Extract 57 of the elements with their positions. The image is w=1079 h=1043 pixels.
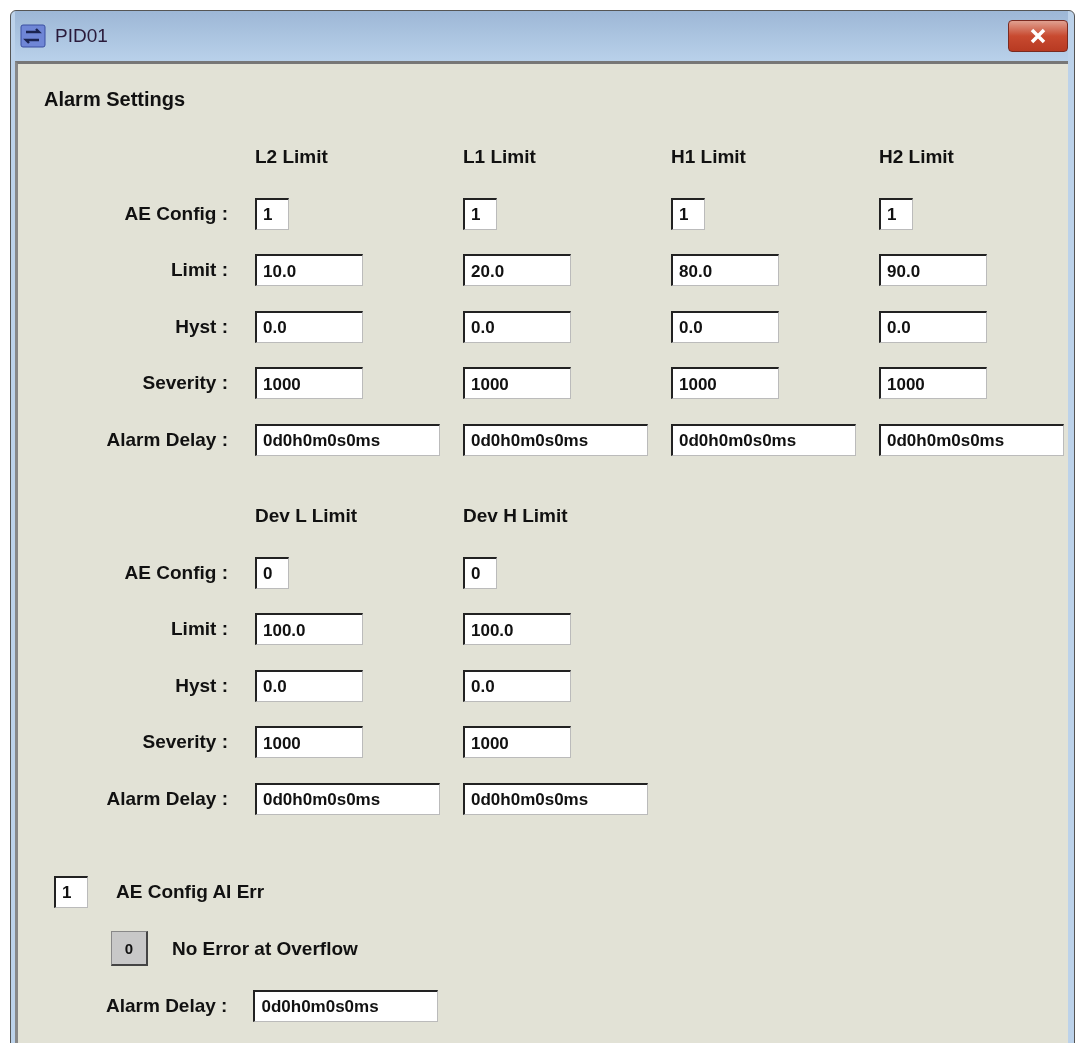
input-field[interactable]: 0d0h0m0s0ms (253, 989, 439, 1022)
column-header: H1 Limit (671, 146, 747, 169)
input-field[interactable]: 1 (54, 875, 88, 908)
field-label: Alarm Delay : (106, 994, 228, 1017)
field-label: AE Config : (123, 202, 229, 225)
close-button[interactable] (1008, 20, 1068, 52)
toggle-button[interactable]: 0 (111, 931, 148, 966)
input-field[interactable]: 100.0 (463, 613, 571, 646)
input-field[interactable]: 1 (671, 197, 705, 230)
input-field[interactable]: 1000 (671, 367, 779, 400)
section-heading: Alarm Settings (44, 88, 187, 111)
app-icon (19, 23, 47, 49)
input-field[interactable]: 0.0 (463, 310, 571, 343)
field-label: Hyst : (174, 315, 229, 338)
field-label: Severity : (141, 372, 229, 395)
field-label: No Error at Overflow (172, 937, 358, 960)
input-field[interactable]: 0d0h0m0s0ms (255, 423, 440, 456)
column-header: L2 Limit (255, 146, 329, 169)
field-label: Limit : (170, 259, 229, 282)
window-title: PID01 (55, 25, 109, 47)
input-field[interactable]: 0.0 (671, 310, 779, 343)
input-field[interactable]: 20.0 (463, 254, 571, 287)
input-field[interactable]: 1 (463, 197, 497, 230)
field-label: AE Config AI Err (116, 880, 265, 903)
field-label: Alarm Delay : (105, 787, 229, 810)
column-header: Dev L Limit (255, 505, 359, 528)
input-field[interactable]: 1000 (255, 726, 363, 759)
input-field[interactable]: 0d0h0m0s0ms (255, 782, 440, 815)
input-field[interactable]: 0d0h0m0s0ms (671, 423, 856, 456)
field-label: Severity : (141, 731, 229, 754)
input-field[interactable]: 10.0 (255, 254, 363, 287)
field-label: AE Config : (123, 561, 229, 584)
input-field[interactable]: 0.0 (463, 669, 571, 702)
input-field[interactable]: 1000 (879, 367, 987, 400)
close-icon (1028, 28, 1048, 44)
input-field[interactable]: 1000 (463, 367, 571, 400)
input-field[interactable]: 90.0 (879, 254, 987, 287)
input-field[interactable]: 1000 (463, 726, 571, 759)
input-field[interactable]: 1 (255, 197, 289, 230)
input-field[interactable]: 0d0h0m0s0ms (463, 423, 648, 456)
input-field[interactable]: 0.0 (255, 310, 363, 343)
field-label: Limit : (170, 618, 229, 641)
column-header: Dev H Limit (463, 505, 569, 528)
column-header: H2 Limit (879, 146, 955, 169)
input-field[interactable]: 100.0 (255, 613, 363, 646)
field-label: Hyst : (174, 674, 229, 697)
field-label: Alarm Delay : (105, 428, 229, 451)
input-field[interactable]: 80.0 (671, 254, 779, 287)
input-field[interactable]: 0d0h0m0s0ms (879, 423, 1064, 456)
input-field[interactable]: 0 (463, 556, 497, 589)
input-field[interactable]: 1 (879, 197, 913, 230)
column-header: L1 Limit (463, 146, 537, 169)
input-field[interactable]: 0.0 (879, 310, 987, 343)
input-field[interactable]: 0.0 (255, 669, 363, 702)
input-field[interactable]: 0d0h0m0s0ms (463, 782, 648, 815)
input-field[interactable]: 0 (255, 556, 289, 589)
input-field[interactable]: 1000 (255, 367, 363, 400)
